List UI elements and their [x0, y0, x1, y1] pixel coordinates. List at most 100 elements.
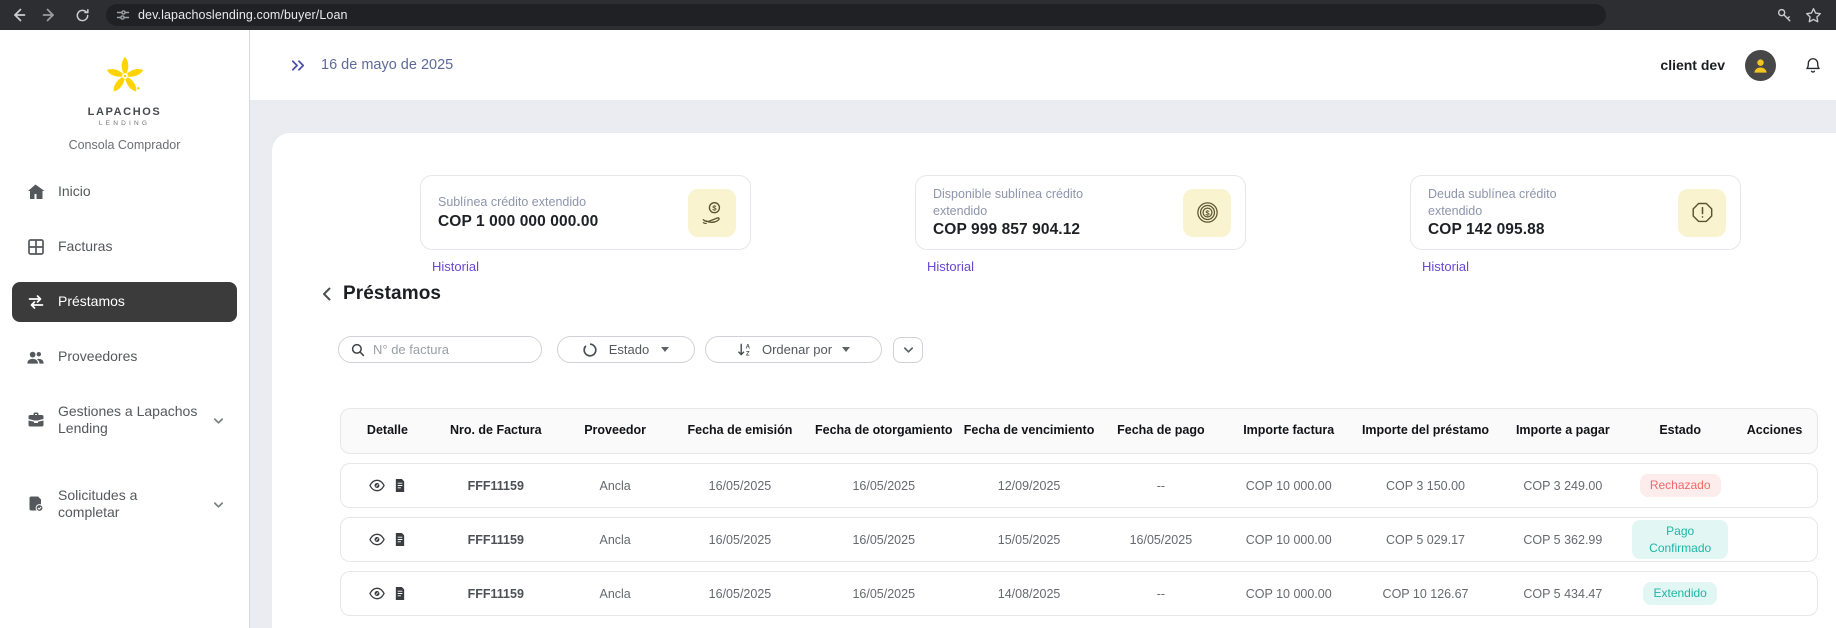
grant-date: 16/05/2025	[807, 587, 960, 601]
sidebar-item-label: Facturas	[58, 238, 112, 256]
credit-line-card: Sublínea crédito extendido COP 1 000 000…	[420, 175, 751, 250]
status-circle-icon	[583, 343, 597, 357]
invoice-document-icon[interactable]	[394, 586, 406, 601]
status-cell: Extendido	[1628, 582, 1732, 604]
password-key-icon[interactable]	[1776, 7, 1793, 24]
view-details-eye-icon[interactable]	[369, 479, 385, 492]
swap-icon	[26, 293, 45, 312]
historial-link[interactable]: Historial	[432, 259, 479, 274]
card-value: COP 1 000 000 000.00	[438, 213, 598, 231]
url-bar[interactable]: dev.lapachoslending.com/buyer/Loan	[106, 4, 1606, 26]
invoice-amount: COP 10 000.00	[1224, 533, 1354, 547]
card-label: Deuda sublínea crédito extendido	[1428, 186, 1598, 220]
back-chevron-icon[interactable]	[320, 286, 334, 302]
card-label: Disponible sublínea crédito extendido	[933, 186, 1103, 220]
sidebar-item-solicitudes[interactable]: Solicitudes a completar	[12, 476, 237, 532]
doc-check-icon	[26, 495, 45, 514]
view-details-eye-icon[interactable]	[369, 533, 385, 546]
table-row: FFF11159 Ancla 16/05/2025 16/05/2025 15/…	[340, 517, 1818, 562]
table-rows: FFF11159 Ancla 16/05/2025 16/05/2025 12/…	[340, 463, 1818, 616]
sidebar-expand-icon[interactable]	[290, 57, 307, 74]
search-icon	[351, 343, 365, 357]
caret-down-icon	[842, 347, 850, 352]
sidebar-item-gestiones[interactable]: Gestiones a Lapachos Lending	[12, 392, 237, 448]
app-logo: LAPACHOS LENDING	[0, 30, 249, 127]
chevron-down-icon	[212, 414, 225, 427]
debt-card-block: Deuda sublínea crédito extendido COP 142…	[1410, 175, 1741, 274]
payable-amount: COP 5 362.99	[1497, 533, 1628, 547]
logo-title: LAPACHOS	[88, 106, 162, 118]
provider-name: Ancla	[558, 479, 673, 493]
section-heading: Préstamos	[320, 283, 441, 305]
user-avatar[interactable]	[1745, 50, 1776, 81]
invoice-search[interactable]	[338, 336, 542, 363]
issue-date: 16/05/2025	[673, 587, 808, 601]
available-credit-card: Disponible sublínea crédito extendido CO…	[915, 175, 1246, 250]
loan-amount: COP 3 150.00	[1354, 479, 1498, 493]
browser-forward-icon[interactable]	[36, 1, 64, 29]
due-date: 12/09/2025	[960, 479, 1098, 493]
detail-cell	[341, 478, 434, 493]
grant-date: 16/05/2025	[807, 533, 960, 547]
svg-text:A: A	[746, 344, 751, 351]
search-input[interactable]	[373, 342, 531, 357]
sort-icon: AZ	[737, 342, 752, 357]
browser-reload-icon[interactable]	[68, 1, 96, 29]
card-label: Sublínea crédito extendido	[438, 194, 598, 211]
sidebar-item-label: Préstamos	[58, 293, 125, 311]
loans-table: DetalleNro. de FacturaProveedorFecha de …	[340, 408, 1818, 616]
sidebar-nav: Inicio Facturas Préstamos Proveedores Ge…	[0, 152, 249, 532]
payable-amount: COP 5 434.47	[1497, 587, 1628, 601]
card-value: COP 999 857 904.12	[933, 221, 1103, 239]
svg-text:$: $	[712, 204, 717, 213]
loan-amount: COP 5 029.17	[1354, 533, 1498, 547]
view-details-eye-icon[interactable]	[369, 587, 385, 600]
site-settings-icon[interactable]	[116, 8, 130, 22]
estado-filter[interactable]: Estado	[557, 336, 695, 363]
provider-name: Ancla	[558, 587, 673, 601]
debt-card: Deuda sublínea crédito extendido COP 142…	[1410, 175, 1741, 250]
url-text: dev.lapachoslending.com/buyer/Loan	[138, 8, 348, 22]
credit-line-card-block: Sublínea crédito extendido COP 1 000 000…	[420, 175, 751, 274]
sidebar-item-proveedores[interactable]: Proveedores	[12, 337, 237, 377]
payment-date: --	[1098, 479, 1224, 493]
browser-back-icon[interactable]	[4, 1, 32, 29]
page-title: Préstamos	[343, 283, 441, 305]
sidebar-item-label: Proveedores	[58, 348, 137, 366]
column-header: Fecha de pago	[1098, 424, 1224, 438]
historial-link[interactable]: Historial	[1422, 259, 1469, 274]
status-badge: Pago Confirmado	[1632, 520, 1728, 558]
console-label: Consola Comprador	[0, 138, 249, 152]
historial-link[interactable]: Historial	[927, 259, 974, 274]
detail-cell	[341, 586, 434, 601]
chevron-down-icon	[212, 498, 225, 511]
more-filters-button[interactable]	[893, 337, 923, 363]
sidebar-item-label: Inicio	[58, 183, 91, 201]
issue-date: 16/05/2025	[673, 533, 808, 547]
invoice-number: FFF11159	[434, 533, 558, 547]
sidebar-item-prestamos[interactable]: Préstamos	[12, 282, 237, 322]
alert-octagon-icon	[1678, 189, 1726, 237]
status-badge: Rechazado	[1640, 474, 1721, 496]
payment-date: 16/05/2025	[1098, 533, 1224, 547]
ordenar-filter[interactable]: AZ Ordenar por	[705, 336, 882, 363]
table-row: FFF11159 Ancla 16/05/2025 16/05/2025 12/…	[340, 463, 1818, 508]
sidebar-item-inicio[interactable]: Inicio	[12, 172, 237, 212]
people-icon	[26, 348, 45, 367]
grant-date: 16/05/2025	[807, 479, 960, 493]
header-date: 16 de mayo de 2025	[321, 57, 453, 73]
bookmark-star-icon[interactable]	[1805, 7, 1822, 24]
notifications-bell-icon[interactable]	[1804, 56, 1822, 75]
sidebar: LAPACHOS LENDING Consola Comprador Inici…	[0, 30, 250, 628]
invoice-document-icon[interactable]	[394, 478, 406, 493]
issue-date: 16/05/2025	[673, 479, 808, 493]
content-panel: Sublínea crédito extendido COP 1 000 000…	[272, 133, 1836, 628]
invoice-number: FFF11159	[434, 587, 558, 601]
invoice-document-icon[interactable]	[394, 532, 406, 547]
grid-icon	[26, 238, 45, 257]
sidebar-item-facturas[interactable]: Facturas	[12, 227, 237, 267]
status-cell: Rechazado	[1628, 474, 1732, 496]
column-header: Importe factura	[1224, 424, 1354, 438]
sidebar-item-label: Gestiones a Lapachos Lending	[58, 403, 212, 438]
status-badge: Extendido	[1643, 582, 1716, 604]
